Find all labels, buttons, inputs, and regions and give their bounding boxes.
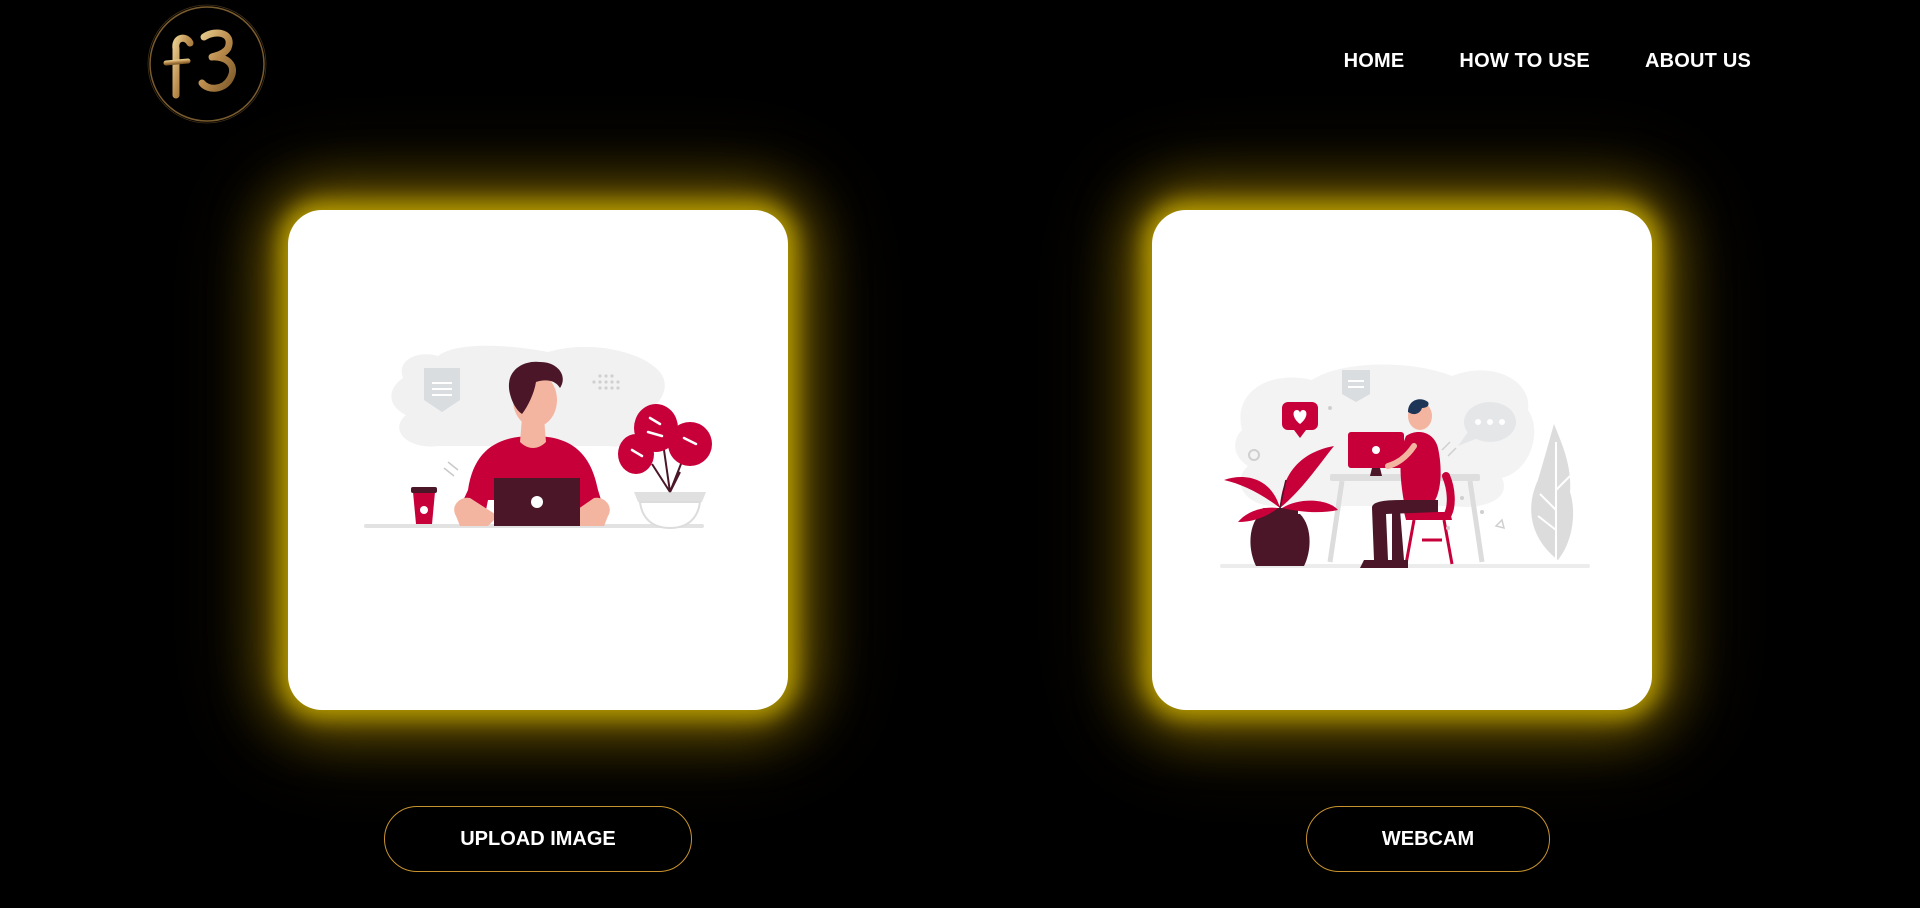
- person-at-computer-desk-illustration: [1220, 364, 1590, 568]
- nav-how-to-use[interactable]: HOW TO USE: [1459, 50, 1590, 73]
- main-nav: HOME HOW TO USE ABOUT US: [1344, 50, 1751, 73]
- upload-image-card[interactable]: [288, 210, 788, 710]
- webcam-button[interactable]: WEBCAM: [1306, 806, 1550, 872]
- f3-logo-icon[interactable]: [146, 3, 268, 125]
- upload-image-button[interactable]: UPLOAD IMAGE: [384, 806, 692, 872]
- nav-about-us[interactable]: ABOUT US: [1645, 50, 1751, 73]
- person-with-laptop-illustration: [364, 345, 712, 530]
- webcam-card[interactable]: [1152, 210, 1652, 710]
- page: HOME HOW TO USE ABOUT US UPLOAD IMAGE WE…: [0, 0, 1920, 908]
- nav-home[interactable]: HOME: [1344, 50, 1405, 73]
